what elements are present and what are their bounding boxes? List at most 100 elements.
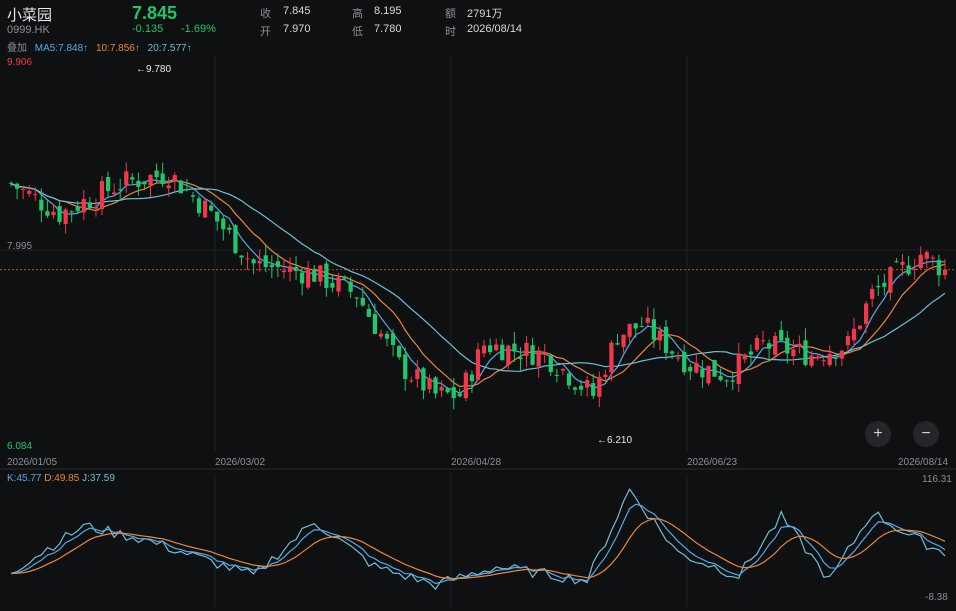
candle-body: [75, 206, 80, 212]
candle-body: [93, 206, 99, 209]
candle-body: [227, 227, 232, 230]
kdj-d-line: [10, 518, 946, 580]
candle-body: [336, 277, 341, 292]
candle-body: [45, 211, 50, 216]
candle-body: [663, 326, 669, 353]
candle-body: [105, 176, 111, 192]
candle-body: [397, 346, 402, 358]
candle-body: [57, 206, 62, 223]
chart-grid: [0, 56, 956, 607]
candle-body: [603, 374, 608, 378]
candle-body: [33, 194, 38, 196]
candle-body: [178, 180, 183, 194]
candle-body: [700, 369, 705, 378]
candle-body: [773, 335, 778, 355]
candle-body: [942, 269, 948, 276]
candle-body: [39, 199, 44, 211]
min-price-marker: ←6.210: [597, 435, 633, 446]
candle-body: [554, 374, 559, 376]
candle-body: [475, 349, 481, 380]
candle-body: [591, 383, 596, 396]
date-label: 2026/03/02: [215, 457, 266, 468]
candle-body: [14, 183, 20, 189]
candle-body: [384, 333, 390, 339]
candle-body: [63, 209, 68, 225]
candle-body: [148, 175, 153, 186]
candle-body: [864, 303, 869, 324]
candle-body: [154, 170, 159, 178]
candle-body: [275, 261, 280, 267]
candle-body: [827, 353, 832, 366]
candle-body: [51, 211, 56, 216]
candle-body: [688, 366, 693, 372]
candle-body: [500, 344, 505, 361]
candle-body: [348, 281, 353, 292]
candle-body: [797, 343, 802, 347]
candlestick-series: [8, 162, 948, 410]
candle-body: [251, 259, 256, 264]
candle-body: [415, 369, 420, 380]
candle-body: [779, 329, 784, 341]
candle-body: [627, 323, 632, 337]
candle-body: [900, 261, 905, 265]
candle-body: [233, 225, 238, 254]
candle-body: [560, 369, 566, 371]
candle-body: [130, 177, 135, 180]
candle-body: [390, 333, 396, 345]
candle-body: [894, 261, 899, 263]
kdj-legend: K:45.77 D:49.85 J:37.59: [7, 473, 115, 484]
candle-body: [190, 195, 196, 197]
candle-body: [99, 181, 105, 210]
candle-body: [639, 326, 644, 328]
candle-body: [118, 189, 123, 191]
candle-body: [342, 276, 347, 279]
candle-body: [215, 211, 220, 222]
candle-body: [457, 393, 462, 397]
price-chart[interactable]: [0, 0, 956, 611]
candle-body: [378, 333, 384, 337]
candle-body: [542, 352, 547, 355]
price-axis-mid: 7.995: [7, 241, 33, 252]
candle-body: [281, 270, 287, 273]
candle-body: [706, 365, 711, 384]
candle-body: [870, 288, 875, 299]
candle-body: [263, 255, 268, 268]
candle-body: [287, 266, 293, 272]
candle-body: [481, 345, 487, 354]
candle-body: [888, 267, 893, 293]
candle-body: [21, 188, 26, 190]
candle-body: [785, 337, 790, 354]
candle-body: [651, 319, 656, 340]
zoom-out-button[interactable]: −: [913, 421, 939, 447]
candle-body: [488, 345, 493, 353]
candle-body: [469, 374, 475, 382]
candle-body: [578, 385, 584, 390]
candle-body: [269, 264, 274, 268]
candle-body: [609, 342, 614, 373]
candle-body: [330, 282, 335, 288]
candle-body: [730, 380, 735, 382]
candle-body: [124, 171, 129, 185]
candle-body: [421, 368, 426, 391]
candle-body: [924, 252, 929, 259]
candle-body: [427, 378, 432, 390]
candle-body: [754, 337, 760, 350]
candle-body: [524, 342, 529, 357]
candle-body: [172, 175, 177, 181]
zoom-in-button[interactable]: +: [865, 421, 891, 447]
candle-body: [839, 350, 844, 359]
candle-body: [821, 360, 826, 362]
kdj-axis-top: 116.31: [922, 474, 952, 485]
candle-body: [306, 269, 311, 288]
candle-body: [494, 344, 499, 351]
candle-body: [518, 357, 523, 360]
candle-body: [748, 351, 754, 355]
candle-body: [857, 325, 863, 329]
candle-body: [815, 356, 820, 359]
kdj-k-line: [10, 503, 946, 585]
date-label: 2026/06/23: [687, 457, 738, 468]
candle-body: [318, 265, 323, 282]
candle-body: [936, 259, 942, 276]
candle-body: [572, 387, 578, 390]
candle-body: [202, 200, 208, 218]
